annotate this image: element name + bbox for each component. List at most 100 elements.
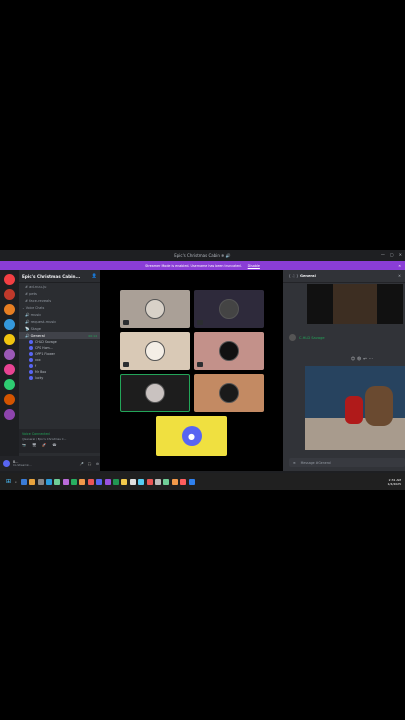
- app-icon[interactable]: [171, 478, 178, 485]
- discord-logo-icon: ●: [181, 426, 202, 446]
- voice-channel-item[interactable]: 🔊 music: [19, 311, 100, 318]
- app-icon[interactable]: [37, 478, 44, 485]
- close-icon[interactable]: ✕: [399, 252, 402, 257]
- server-icon[interactable]: [4, 334, 15, 345]
- channel-item[interactable]: # ad-nuu-ju: [19, 283, 100, 290]
- voice-status-panel: Voice Connected (|General / Epic's Chris…: [19, 429, 100, 453]
- participant-avatar: [219, 299, 239, 319]
- emoji-icon[interactable]: 😄: [357, 356, 361, 361]
- discord-window: Epic's Christmas Cabin ❄ 🔊 — ▢ ✕ Streame…: [0, 250, 405, 490]
- activity-icon[interactable]: 🚀: [42, 443, 46, 447]
- windows-start-icon[interactable]: ⊞: [6, 478, 11, 485]
- avatar: [29, 376, 33, 380]
- app-icon[interactable]: [154, 478, 161, 485]
- disable-button[interactable]: Disable: [248, 264, 260, 268]
- app-icon[interactable]: [20, 478, 27, 485]
- general-channel-item[interactable]: 🔊 General 00:14: [19, 332, 100, 339]
- video-tile[interactable]: ●: [156, 416, 227, 456]
- app-icon[interactable]: [121, 478, 128, 485]
- streamer-mode-banner: Streamer Mode is enabled. Username has b…: [0, 261, 405, 270]
- channel-label: ad-nuu-ju: [29, 284, 47, 289]
- app-icon[interactable]: [163, 478, 170, 485]
- mic-icon: [123, 320, 129, 325]
- app-icon[interactable]: [180, 478, 187, 485]
- server-icon[interactable]: [4, 409, 15, 420]
- more-icon[interactable]: ⋯: [369, 356, 373, 361]
- app-icon[interactable]: [113, 478, 120, 485]
- voice-category[interactable]: ⌄ Voice Chats: [19, 304, 100, 311]
- channel-label: General: [30, 333, 45, 338]
- screenshare-icon[interactable]: 🖥: [32, 443, 36, 447]
- channel-item[interactable]: # face-reveals: [19, 297, 100, 304]
- user-panel: B... Co-Streamin... 🎤 🎧 ⚙: [0, 456, 103, 471]
- minimize-icon[interactable]: —: [381, 252, 385, 257]
- add-icon[interactable]: ⊕: [293, 461, 296, 465]
- message-placeholder: Message #General: [300, 460, 331, 465]
- app-icon[interactable]: [104, 478, 111, 485]
- close-icon[interactable]: ✕: [398, 274, 401, 278]
- maximize-icon[interactable]: ▢: [390, 252, 394, 257]
- video-tile[interactable]: [120, 332, 190, 370]
- stage-channel-item[interactable]: 📡 Stage: [19, 325, 100, 332]
- app-icon[interactable]: [87, 478, 94, 485]
- embed-image[interactable]: [307, 284, 403, 324]
- server-header[interactable]: Epic's Christmas Cabin... 👤: [19, 270, 100, 283]
- chat-panel: [ ♫ ] General ✕ C.HLD Savage 😊 😄 ↩ ⋯ ⊕ Mess…: [283, 270, 405, 471]
- avatar: [29, 370, 33, 374]
- video-tile[interactable]: [194, 290, 264, 328]
- banner-close-icon[interactable]: ✕: [398, 264, 401, 268]
- avatar: [29, 346, 33, 350]
- reaction-bar: 😊 😄 ↩ ⋯: [351, 356, 373, 361]
- disconnect-icon[interactable]: ☎: [52, 443, 56, 447]
- video-tile[interactable]: [194, 374, 264, 412]
- video-tile[interactable]: [194, 332, 264, 370]
- mic-icon: [197, 320, 203, 325]
- message-author[interactable]: C.HLD Savage: [299, 336, 325, 340]
- avatar[interactable]: [3, 460, 10, 467]
- server-icon[interactable]: [4, 304, 15, 315]
- app-icon[interactable]: [79, 478, 86, 485]
- app-icon[interactable]: [129, 478, 136, 485]
- app-icon[interactable]: [146, 478, 153, 485]
- channel-item[interactable]: # pets: [19, 290, 100, 297]
- app-icon[interactable]: [29, 478, 36, 485]
- user-status: Co-Streamin...: [13, 464, 32, 467]
- invite-icon[interactable]: 👤: [92, 273, 97, 279]
- window-title: Epic's Christmas Cabin ❄ 🔊: [174, 253, 231, 258]
- app-icon[interactable]: [188, 478, 195, 485]
- app-icon[interactable]: [62, 478, 69, 485]
- app-icon[interactable]: [45, 478, 52, 485]
- message-input[interactable]: ⊕ Message #General: [289, 458, 405, 467]
- mic-icon: [123, 362, 129, 367]
- emoji-icon[interactable]: 😊: [351, 356, 355, 361]
- settings-icon[interactable]: ⚙: [96, 462, 99, 466]
- avatar: [29, 352, 33, 356]
- voice-channel-item[interactable]: 🔊 request-music: [19, 318, 100, 325]
- message-image[interactable]: [305, 366, 405, 450]
- server-icon[interactable]: [4, 319, 15, 330]
- reply-icon[interactable]: ↩: [363, 356, 366, 361]
- clock-date[interactable]: 1/4/2025: [388, 482, 401, 486]
- video-tile[interactable]: [120, 374, 190, 412]
- app-icon[interactable]: [71, 478, 78, 485]
- server-icon[interactable]: [4, 274, 15, 285]
- camera-icon[interactable]: 📷: [22, 443, 26, 447]
- app-icon[interactable]: [138, 478, 145, 485]
- server-icon[interactable]: [4, 289, 15, 300]
- server-icon[interactable]: [4, 394, 15, 405]
- mute-icon[interactable]: 🎤: [80, 462, 84, 466]
- avatar[interactable]: [289, 334, 296, 341]
- server-icon[interactable]: [4, 364, 15, 375]
- deafen-icon[interactable]: 🎧: [88, 462, 92, 466]
- channel-timer: 00:14: [88, 333, 97, 338]
- voice-user-name: f: [35, 364, 37, 368]
- server-list: [0, 270, 19, 470]
- channel-label: Stage: [30, 326, 42, 331]
- video-tile[interactable]: [120, 290, 190, 328]
- search-icon[interactable]: ⌕: [15, 480, 17, 484]
- server-icon[interactable]: [4, 349, 15, 360]
- voice-user[interactable]: lucky: [19, 375, 100, 381]
- app-icon[interactable]: [54, 478, 61, 485]
- server-icon[interactable]: [4, 379, 15, 390]
- discord-icon[interactable]: [96, 478, 103, 485]
